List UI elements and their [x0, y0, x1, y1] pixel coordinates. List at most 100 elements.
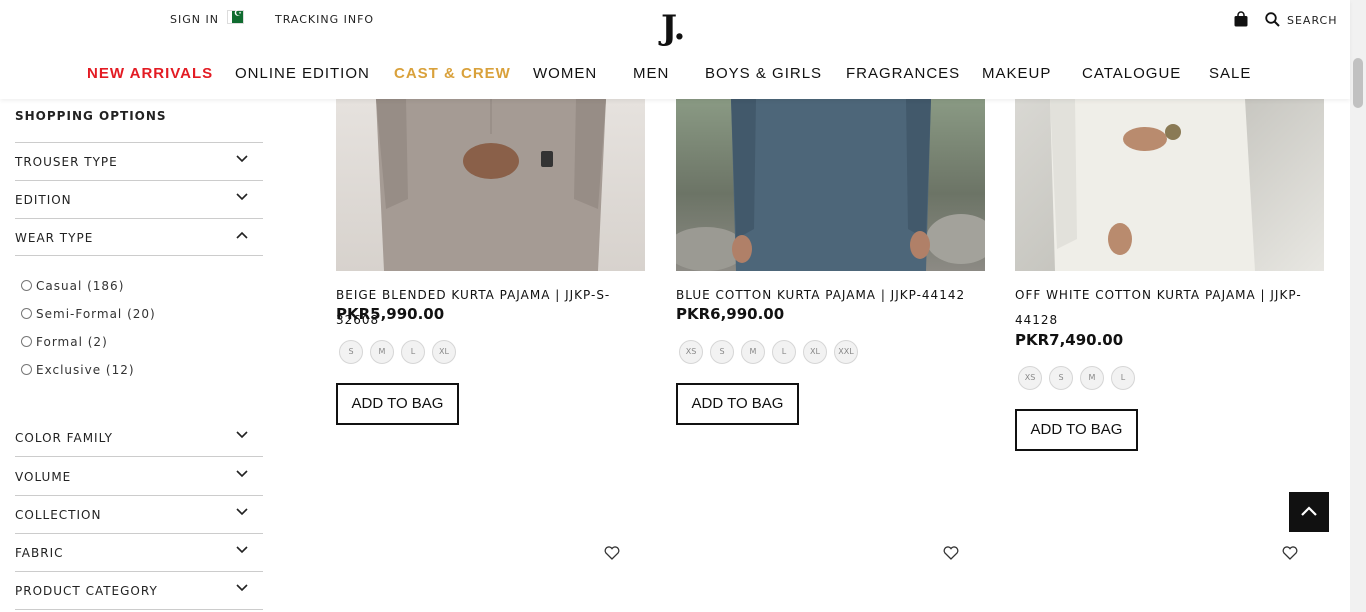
- product-title-line-2[interactable]: 44128: [1015, 308, 1058, 333]
- filter-trouser-type[interactable]: TROUSER TYPE: [15, 142, 263, 180]
- product-title-line-1[interactable]: OFF WHITE COTTON KURTA PAJAMA | JJKP-: [1015, 283, 1302, 308]
- option-label: Casual: [36, 279, 83, 293]
- chevron-down-icon: [236, 584, 248, 592]
- product-image[interactable]: [336, 99, 645, 271]
- size-option[interactable]: S: [710, 340, 734, 364]
- nav-item-men[interactable]: MEN: [633, 65, 669, 82]
- chevron-down-icon: [236, 431, 248, 439]
- filter-label: WEAR TYPE: [15, 231, 94, 245]
- filter-edition[interactable]: EDITION: [15, 180, 263, 218]
- size-option[interactable]: XS: [1018, 366, 1042, 390]
- option-count: (2): [87, 335, 108, 349]
- nav-item-new-arrivals[interactable]: NEW ARRIVALS: [87, 65, 213, 82]
- product-image-illustration: [676, 99, 985, 271]
- product-price: PKR7,490.00: [1015, 331, 1124, 349]
- chevron-down-icon: [236, 508, 248, 516]
- product-price: PKR6,990.00: [676, 305, 785, 323]
- size-option[interactable]: XL: [432, 340, 456, 364]
- shopping-options-title: SHOPPING OPTIONS: [15, 109, 167, 123]
- tracking-info-link[interactable]: TRACKING INFO: [275, 13, 374, 26]
- size-option[interactable]: S: [339, 340, 363, 364]
- nav-item-online-edition[interactable]: ONLINE EDITION: [235, 65, 370, 82]
- wear-type-option-formal[interactable]: Formal (2): [21, 335, 108, 353]
- nav-item-boys-girls[interactable]: BOYS & GIRLS: [705, 65, 822, 82]
- nav-item-sale[interactable]: SALE: [1209, 65, 1251, 82]
- size-option[interactable]: M: [1080, 366, 1104, 390]
- option-label: Formal: [36, 335, 83, 349]
- nav-item-women[interactable]: WOMEN: [533, 65, 597, 82]
- size-option[interactable]: L: [1111, 366, 1135, 390]
- back-to-top-button[interactable]: [1289, 492, 1329, 532]
- filter-label: COLLECTION: [15, 508, 102, 522]
- size-option[interactable]: M: [370, 340, 394, 364]
- option-count: (12): [105, 363, 135, 377]
- filter-label: PRODUCT CATEGORY: [15, 584, 158, 598]
- add-to-bag-button[interactable]: ADD TO BAG: [676, 383, 799, 425]
- main-nav: NEW ARRIVALS ONLINE EDITION CAST & CREW …: [0, 65, 1350, 85]
- size-option[interactable]: XS: [679, 340, 703, 364]
- sign-in-link[interactable]: SIGN IN: [170, 13, 219, 26]
- wear-type-option-semi-formal[interactable]: Semi-Formal (20): [21, 307, 156, 325]
- filter-label: FABRIC: [15, 546, 64, 560]
- chevron-down-icon: [236, 470, 248, 478]
- wear-type-option-exclusive[interactable]: Exclusive (12): [21, 363, 135, 381]
- nav-item-catalogue[interactable]: CATALOGUE: [1082, 65, 1181, 82]
- search-label[interactable]: SEARCH: [1287, 14, 1338, 27]
- product-image[interactable]: [1015, 99, 1324, 271]
- option-count: (186): [87, 279, 125, 293]
- size-option[interactable]: L: [401, 340, 425, 364]
- size-option[interactable]: L: [772, 340, 796, 364]
- wear-type-option-casual[interactable]: Casual (186): [21, 279, 124, 297]
- scrollbar-thumb[interactable]: [1353, 58, 1363, 108]
- nav-item-cast-and-crew[interactable]: CAST & CREW: [394, 65, 511, 82]
- size-option[interactable]: S: [1049, 366, 1073, 390]
- product-image-illustration: [1050, 99, 1255, 271]
- product-price: PKR5,990.00: [336, 305, 445, 323]
- add-to-bag-button[interactable]: ADD TO BAG: [1015, 409, 1138, 451]
- size-swatches: XS S M L XL XXL: [679, 339, 865, 364]
- product-image[interactable]: [676, 99, 985, 271]
- size-option[interactable]: XXL: [834, 340, 858, 364]
- filter-wear-type[interactable]: WEAR TYPE: [15, 218, 263, 256]
- wishlist-heart-icon[interactable]: [943, 546, 959, 560]
- size-option[interactable]: XL: [803, 340, 827, 364]
- filter-label: TROUSER TYPE: [15, 155, 118, 169]
- shopping-bag-icon[interactable]: [1233, 11, 1249, 27]
- chevron-down-icon: [236, 155, 248, 163]
- wishlist-heart-icon[interactable]: [604, 546, 620, 560]
- option-count: (20): [127, 307, 156, 321]
- chevron-down-icon: [236, 546, 248, 554]
- pakistan-flag-icon[interactable]: [227, 9, 244, 24]
- site-header: SIGN IN TRACKING INFO J. SEARCH NEW ARRI…: [0, 0, 1350, 99]
- radio-button[interactable]: [21, 364, 32, 375]
- filter-label: EDITION: [15, 193, 72, 207]
- search-icon[interactable]: [1265, 12, 1280, 27]
- size-swatches: S M L XL: [339, 339, 463, 364]
- size-option[interactable]: M: [741, 340, 765, 364]
- product-image-illustration: [376, 99, 606, 271]
- nav-item-makeup[interactable]: MAKEUP: [982, 65, 1051, 82]
- wishlist-heart-icon[interactable]: [1282, 546, 1298, 560]
- filter-volume[interactable]: VOLUME: [15, 458, 263, 496]
- brand-logo[interactable]: J.: [661, 8, 685, 48]
- page-scrollbar[interactable]: [1350, 0, 1366, 612]
- option-label: Semi-Formal: [36, 307, 123, 321]
- size-swatches: XS S M L: [1018, 365, 1142, 390]
- option-label: Exclusive: [36, 363, 102, 377]
- filter-label: VOLUME: [15, 470, 72, 484]
- nav-item-fragrances[interactable]: FRAGRANCES: [846, 65, 960, 82]
- filter-label: COLOR FAMILY: [15, 431, 114, 445]
- chevron-down-icon: [236, 193, 248, 201]
- radio-button[interactable]: [21, 308, 32, 319]
- product-card: OFF WHITE COTTON KURTA PAJAMA | JJKP- 44…: [1015, 99, 1324, 454]
- product-card: BEIGE BLENDED KURTA PAJAMA | JJKP-S-3260…: [336, 99, 645, 429]
- add-to-bag-button[interactable]: ADD TO BAG: [336, 383, 459, 425]
- filter-product-category[interactable]: PRODUCT CATEGORY: [15, 572, 263, 610]
- radio-button[interactable]: [21, 336, 32, 347]
- radio-button[interactable]: [21, 280, 32, 291]
- filter-fabric[interactable]: FABRIC: [15, 534, 263, 572]
- filter-collection[interactable]: COLLECTION: [15, 496, 263, 534]
- chevron-up-icon: [236, 231, 248, 239]
- chevron-up-icon: [1301, 506, 1317, 516]
- filter-color-family[interactable]: COLOR FAMILY: [15, 419, 263, 457]
